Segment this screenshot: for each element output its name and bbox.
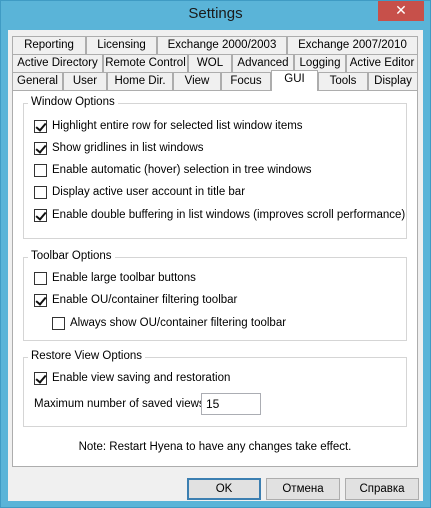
ou-filtering-toolbar-checkbox[interactable]: Enable OU/container filtering toolbar bbox=[34, 292, 237, 308]
title-bar[interactable]: Settings ✕ bbox=[1, 1, 430, 29]
checkbox-box[interactable] bbox=[34, 119, 47, 133]
always-show-ou-toolbar-checkbox[interactable]: Always show OU/container filtering toolb… bbox=[52, 315, 286, 331]
dialog-client-area: Reporting Licensing Exchange 2000/2003 E… bbox=[8, 30, 423, 501]
large-toolbar-buttons-checkbox[interactable]: Enable large toolbar buttons bbox=[34, 270, 196, 286]
max-saved-views-label: Maximum number of saved views bbox=[34, 398, 205, 410]
close-button[interactable]: ✕ bbox=[378, 1, 424, 21]
ok-button[interactable]: OK bbox=[187, 478, 261, 500]
checkbox-box[interactable] bbox=[34, 208, 47, 222]
tab-display[interactable]: Display bbox=[368, 72, 418, 90]
tab-active-directory[interactable]: Active Directory bbox=[12, 54, 103, 72]
toolbar-options-title: Toolbar Options bbox=[28, 250, 115, 262]
tab-user[interactable]: User bbox=[63, 72, 107, 90]
restore-view-options-group: Restore View Options Enable view saving … bbox=[23, 350, 407, 427]
double-buffering-checkbox[interactable]: Enable double buffering in list windows … bbox=[34, 207, 405, 223]
tab-licensing[interactable]: Licensing bbox=[86, 36, 157, 54]
restore-view-options-title: Restore View Options bbox=[28, 350, 146, 362]
checkbox-label: Show gridlines in list windows bbox=[52, 142, 204, 154]
checkbox-box[interactable] bbox=[52, 316, 65, 330]
checkbox-label: Highlight entire row for selected list w… bbox=[52, 120, 303, 132]
checkbox-label: Enable OU/container filtering toolbar bbox=[52, 294, 238, 306]
tab-tools[interactable]: Tools bbox=[318, 72, 368, 90]
show-gridlines-checkbox[interactable]: Show gridlines in list windows bbox=[34, 140, 203, 156]
display-active-user-checkbox[interactable]: Display active user account in title bar bbox=[34, 184, 245, 200]
tab-view[interactable]: View bbox=[173, 72, 221, 90]
tab-home-dir[interactable]: Home Dir. bbox=[107, 72, 173, 90]
checkbox-label: Enable view saving and restoration bbox=[52, 372, 231, 384]
tab-gui[interactable]: GUI bbox=[271, 70, 318, 91]
window-options-title: Window Options bbox=[28, 96, 118, 108]
checkbox-box[interactable] bbox=[34, 271, 47, 285]
tab-focus[interactable]: Focus bbox=[221, 72, 271, 90]
hover-selection-checkbox[interactable]: Enable automatic (hover) selection in tr… bbox=[34, 162, 312, 178]
checkbox-box[interactable] bbox=[34, 163, 47, 177]
max-saved-views-input[interactable]: 15 bbox=[201, 393, 261, 415]
window-title: Settings bbox=[188, 5, 243, 22]
checkbox-label: Display active user account in title bar bbox=[52, 186, 246, 198]
checkbox-label: Enable automatic (hover) selection in tr… bbox=[52, 164, 312, 176]
cancel-button[interactable]: Отмена bbox=[266, 478, 340, 500]
tab-active-editor[interactable]: Active Editor bbox=[346, 54, 418, 72]
gui-tab-panel: Window Options Highlight entire row for … bbox=[12, 90, 418, 467]
restart-note: Note: Restart Hyena to have any changes … bbox=[78, 441, 352, 453]
checkbox-label: Always show OU/container filtering toolb… bbox=[70, 317, 287, 329]
checkbox-box[interactable] bbox=[34, 371, 47, 385]
checkbox-box[interactable] bbox=[34, 293, 47, 307]
toolbar-options-group: Toolbar Options Enable large toolbar but… bbox=[23, 250, 407, 341]
checkbox-label: Enable double buffering in list windows … bbox=[52, 209, 406, 221]
tab-exchange-2007-2010[interactable]: Exchange 2007/2010 bbox=[287, 36, 418, 54]
tab-general[interactable]: General bbox=[12, 72, 63, 90]
help-button[interactable]: Справка bbox=[345, 478, 419, 500]
tab-reporting[interactable]: Reporting bbox=[12, 36, 86, 54]
tab-wol[interactable]: WOL bbox=[188, 54, 232, 72]
checkbox-box[interactable] bbox=[34, 185, 47, 199]
tab-exchange-2000-2003[interactable]: Exchange 2000/2003 bbox=[157, 36, 287, 54]
highlight-entire-row-checkbox[interactable]: Highlight entire row for selected list w… bbox=[34, 118, 303, 134]
checkbox-label: Enable large toolbar buttons bbox=[52, 272, 196, 284]
tab-remote-control[interactable]: Remote Control bbox=[103, 54, 188, 72]
close-icon: ✕ bbox=[395, 2, 407, 18]
enable-view-saving-checkbox[interactable]: Enable view saving and restoration bbox=[34, 370, 230, 386]
window-options-group: Window Options Highlight entire row for … bbox=[23, 96, 407, 239]
checkbox-box[interactable] bbox=[34, 141, 47, 155]
settings-window: Settings ✕ Reporting Licensing Exchange … bbox=[0, 0, 431, 508]
